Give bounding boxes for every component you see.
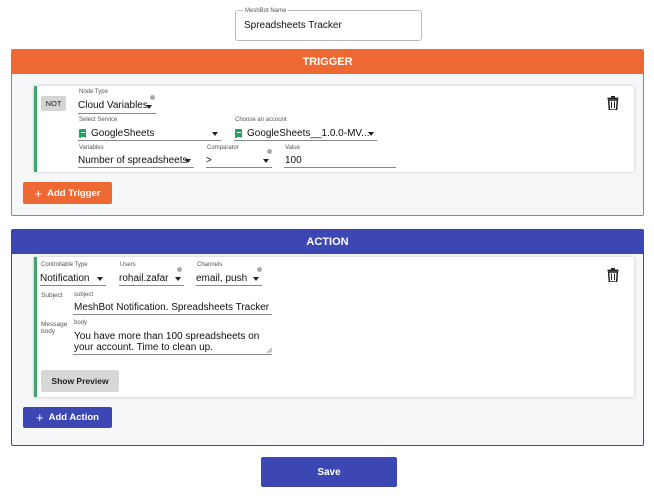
controllable-type-select[interactable]: Notification xyxy=(40,271,106,286)
node-type-value: Cloud Variables xyxy=(78,100,148,111)
account-select[interactable]: GoogleSheets__1.0.0-MV... xyxy=(234,126,377,141)
value-value: 100 xyxy=(285,155,302,166)
caret-down-icon xyxy=(368,132,374,136)
channels-label: Channels xyxy=(197,262,223,268)
add-trigger-label: Add Trigger xyxy=(47,187,101,199)
body-side-label: Message body xyxy=(41,321,68,335)
save-button[interactable]: Save xyxy=(261,457,397,487)
plus-icon: + xyxy=(36,410,44,425)
controllable-type-label: Controllable Type xyxy=(41,262,88,268)
channels-select[interactable]: email, push xyxy=(196,271,262,286)
caret-down-icon xyxy=(212,132,218,136)
channels-value: email, push xyxy=(196,273,248,284)
variables-select[interactable]: Number of spreadsheets xyxy=(78,153,194,168)
add-action-button[interactable]: + Add Action xyxy=(23,407,112,428)
controllable-type-value: Notification xyxy=(40,273,90,284)
users-value: rohail.zafar xyxy=(119,273,169,284)
add-action-label: Add Action xyxy=(48,412,99,423)
meshbot-name-value[interactable]: Spreadsheets Tracker xyxy=(244,20,342,31)
variables-value: Number of spreadsheets xyxy=(78,155,188,166)
variables-label: Variables xyxy=(79,145,104,151)
active-stripe xyxy=(34,257,37,397)
caret-down-icon xyxy=(263,159,269,163)
comparator-value: > xyxy=(206,155,212,166)
resize-handle-icon[interactable] xyxy=(267,348,272,353)
body-field-label: body xyxy=(74,320,88,326)
trash-icon[interactable] xyxy=(607,268,619,282)
caret-down-icon xyxy=(185,159,191,163)
value-input[interactable]: 100 xyxy=(284,153,396,168)
show-preview-button[interactable]: Show Preview xyxy=(41,370,119,392)
value-label: Value xyxy=(285,145,300,151)
caret-down-icon xyxy=(146,105,152,109)
users-select[interactable]: rohail.zafar xyxy=(119,271,184,286)
body-textarea[interactable]: You have more than 100 spreadsheets on y… xyxy=(73,329,272,355)
not-toggle-button[interactable]: NOT xyxy=(41,96,66,111)
node-type-label: Node Type xyxy=(79,89,108,95)
comparator-label: Comparator xyxy=(207,145,239,151)
account-value: GoogleSheets__1.0.0-MV... xyxy=(247,128,370,139)
add-trigger-button[interactable]: + Add Trigger xyxy=(23,182,112,204)
action-header: ACTION xyxy=(12,230,643,254)
caret-down-icon xyxy=(175,277,181,281)
trash-icon[interactable] xyxy=(607,96,619,110)
meshbot-name-field[interactable]: MeshBot Name Spreadsheets Tracker xyxy=(235,8,422,41)
plus-icon: + xyxy=(34,185,43,201)
node-type-select[interactable]: Cloud Variables xyxy=(78,98,156,114)
subject-input[interactable]: MeshBot Notification. Spreadsheets Track… xyxy=(73,300,272,315)
service-label: Select Service xyxy=(79,117,118,123)
caret-down-icon xyxy=(253,277,259,281)
subject-field-label: subject xyxy=(74,292,94,298)
google-sheets-icon xyxy=(79,129,86,138)
users-label: Users xyxy=(120,262,136,268)
service-value: GoogleSheets xyxy=(91,128,155,139)
active-stripe xyxy=(34,86,37,172)
subject-value: MeshBot Notification. Spreadsheets Track… xyxy=(74,302,270,313)
trigger-header: TRIGGER xyxy=(12,50,643,74)
google-sheets-icon xyxy=(235,129,242,138)
account-label: Choose an account xyxy=(235,117,287,123)
comparator-select[interactable]: > xyxy=(206,153,272,168)
service-select[interactable]: GoogleSheets xyxy=(78,126,221,141)
subject-side-label: Subject xyxy=(41,292,63,299)
caret-down-icon xyxy=(97,277,103,281)
meshbot-name-label: MeshBot Name xyxy=(243,8,289,14)
body-value: You have more than 100 spreadsheets on y… xyxy=(74,331,260,353)
